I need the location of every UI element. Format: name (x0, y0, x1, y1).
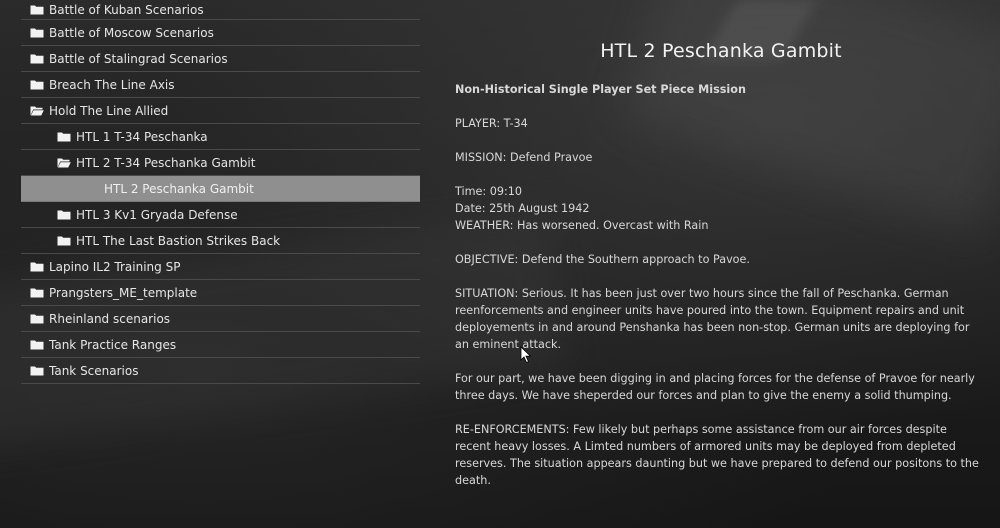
tree-item-label: HTL 2 Peschanka Gambit (104, 181, 254, 196)
folder-closed-icon (30, 79, 44, 90)
mission-weather: WEATHER: Has worsened. Overcast with Rai… (455, 219, 709, 232)
tree-item-label: Tank Practice Ranges (49, 337, 177, 352)
folder-closed-icon (57, 209, 71, 220)
tree-item[interactable]: Prangsters_ME_template (21, 280, 420, 306)
folder-closed-icon (30, 287, 44, 298)
tree-item[interactable]: Battle of Moscow Scenarios (21, 20, 420, 46)
tree-item[interactable]: Battle of Stalingrad Scenarios (21, 46, 420, 72)
tree-item[interactable]: HTL 1 T-34 Peschanka (21, 124, 420, 150)
tree-item-label: Lapino IL2 Training SP (49, 259, 181, 274)
mission-objective-short: MISSION: Defend Pravoe (455, 151, 593, 164)
tree-item-label: Hold The Line Allied (49, 103, 169, 118)
mission-objective: OBJECTIVE: Defend the Southern approach … (455, 253, 750, 266)
tree-item-label: HTL The Last Bastion Strikes Back (76, 233, 281, 248)
mission-folder-tree: Battle of Kuban Scenarios Battle of Mosco… (21, 0, 420, 384)
tree-item[interactable]: Tank Practice Ranges (21, 332, 420, 358)
mission-player: PLAYER: T-34 (455, 117, 528, 130)
folder-closed-icon (30, 53, 44, 64)
tree-item-label: Tank Scenarios (49, 363, 139, 378)
mission-reinforcements: RE-ENFORCEMENTS: Few likely but perhaps … (455, 423, 983, 487)
folder-closed-icon (30, 261, 44, 272)
mouse-pointer-icon (520, 346, 532, 364)
tree-item[interactable]: HTL 3 Kv1 Gryada Defense (21, 202, 420, 228)
folder-closed-icon (30, 313, 44, 324)
mission-time: Time: 09:10 (455, 185, 522, 198)
tree-item[interactable]: HTL The Last Bastion Strikes Back (21, 228, 420, 254)
tree-item-label: HTL 1 T-34 Peschanka (76, 129, 208, 144)
tree-item[interactable]: Tank Scenarios (21, 358, 420, 384)
tree-item[interactable]: HTL 2 T-34 Peschanka Gambit (21, 150, 420, 176)
tree-item-label: HTL 2 T-34 Peschanka Gambit (76, 155, 256, 170)
tree-item-label: Rheinland scenarios (49, 311, 171, 326)
tree-item[interactable]: HTL 2 Peschanka Gambit (21, 176, 420, 202)
tree-item[interactable]: Breach The Line Axis (21, 72, 420, 98)
folder-open-icon (57, 157, 71, 168)
mission-our-part: For our part, we have been digging in an… (455, 372, 979, 402)
mission-date: Date: 25th August 1942 (455, 202, 590, 215)
tree-item-label: Breach The Line Axis (49, 77, 175, 92)
folder-closed-icon (30, 27, 44, 38)
mission-briefing-panel: HTL 2 Peschanka Gambit Non-Historical Si… (455, 30, 985, 489)
folder-closed-icon (30, 4, 44, 15)
tree-item[interactable]: Rheinland scenarios (21, 306, 420, 332)
tree-item-label: Battle of Stalingrad Scenarios (49, 51, 228, 66)
folder-open-icon (30, 105, 44, 116)
mission-editor-screen: Battle of Kuban Scenarios Battle of Mosco… (0, 0, 1000, 528)
mission-subtitle: Non-Historical Single Player Set Piece M… (455, 83, 746, 96)
tree-item[interactable]: Battle of Kuban Scenarios (21, 0, 420, 20)
folder-closed-icon (57, 131, 71, 142)
tree-item-label: Battle of Kuban Scenarios (49, 2, 204, 17)
mission-situation: SITUATION: Serious. It has been just ove… (455, 287, 974, 351)
mission-title: HTL 2 Peschanka Gambit (600, 40, 842, 62)
tree-item-label: HTL 3 Kv1 Gryada Defense (76, 207, 238, 222)
tree-item[interactable]: Hold The Line Allied (21, 98, 420, 124)
tree-item-label: Prangsters_ME_template (49, 285, 198, 300)
folder-closed-icon (57, 235, 71, 246)
tree-item-label: Battle of Moscow Scenarios (49, 25, 214, 40)
tree-item[interactable]: Lapino IL2 Training SP (21, 254, 420, 280)
folder-closed-icon (30, 339, 44, 350)
folder-closed-icon (30, 365, 44, 376)
